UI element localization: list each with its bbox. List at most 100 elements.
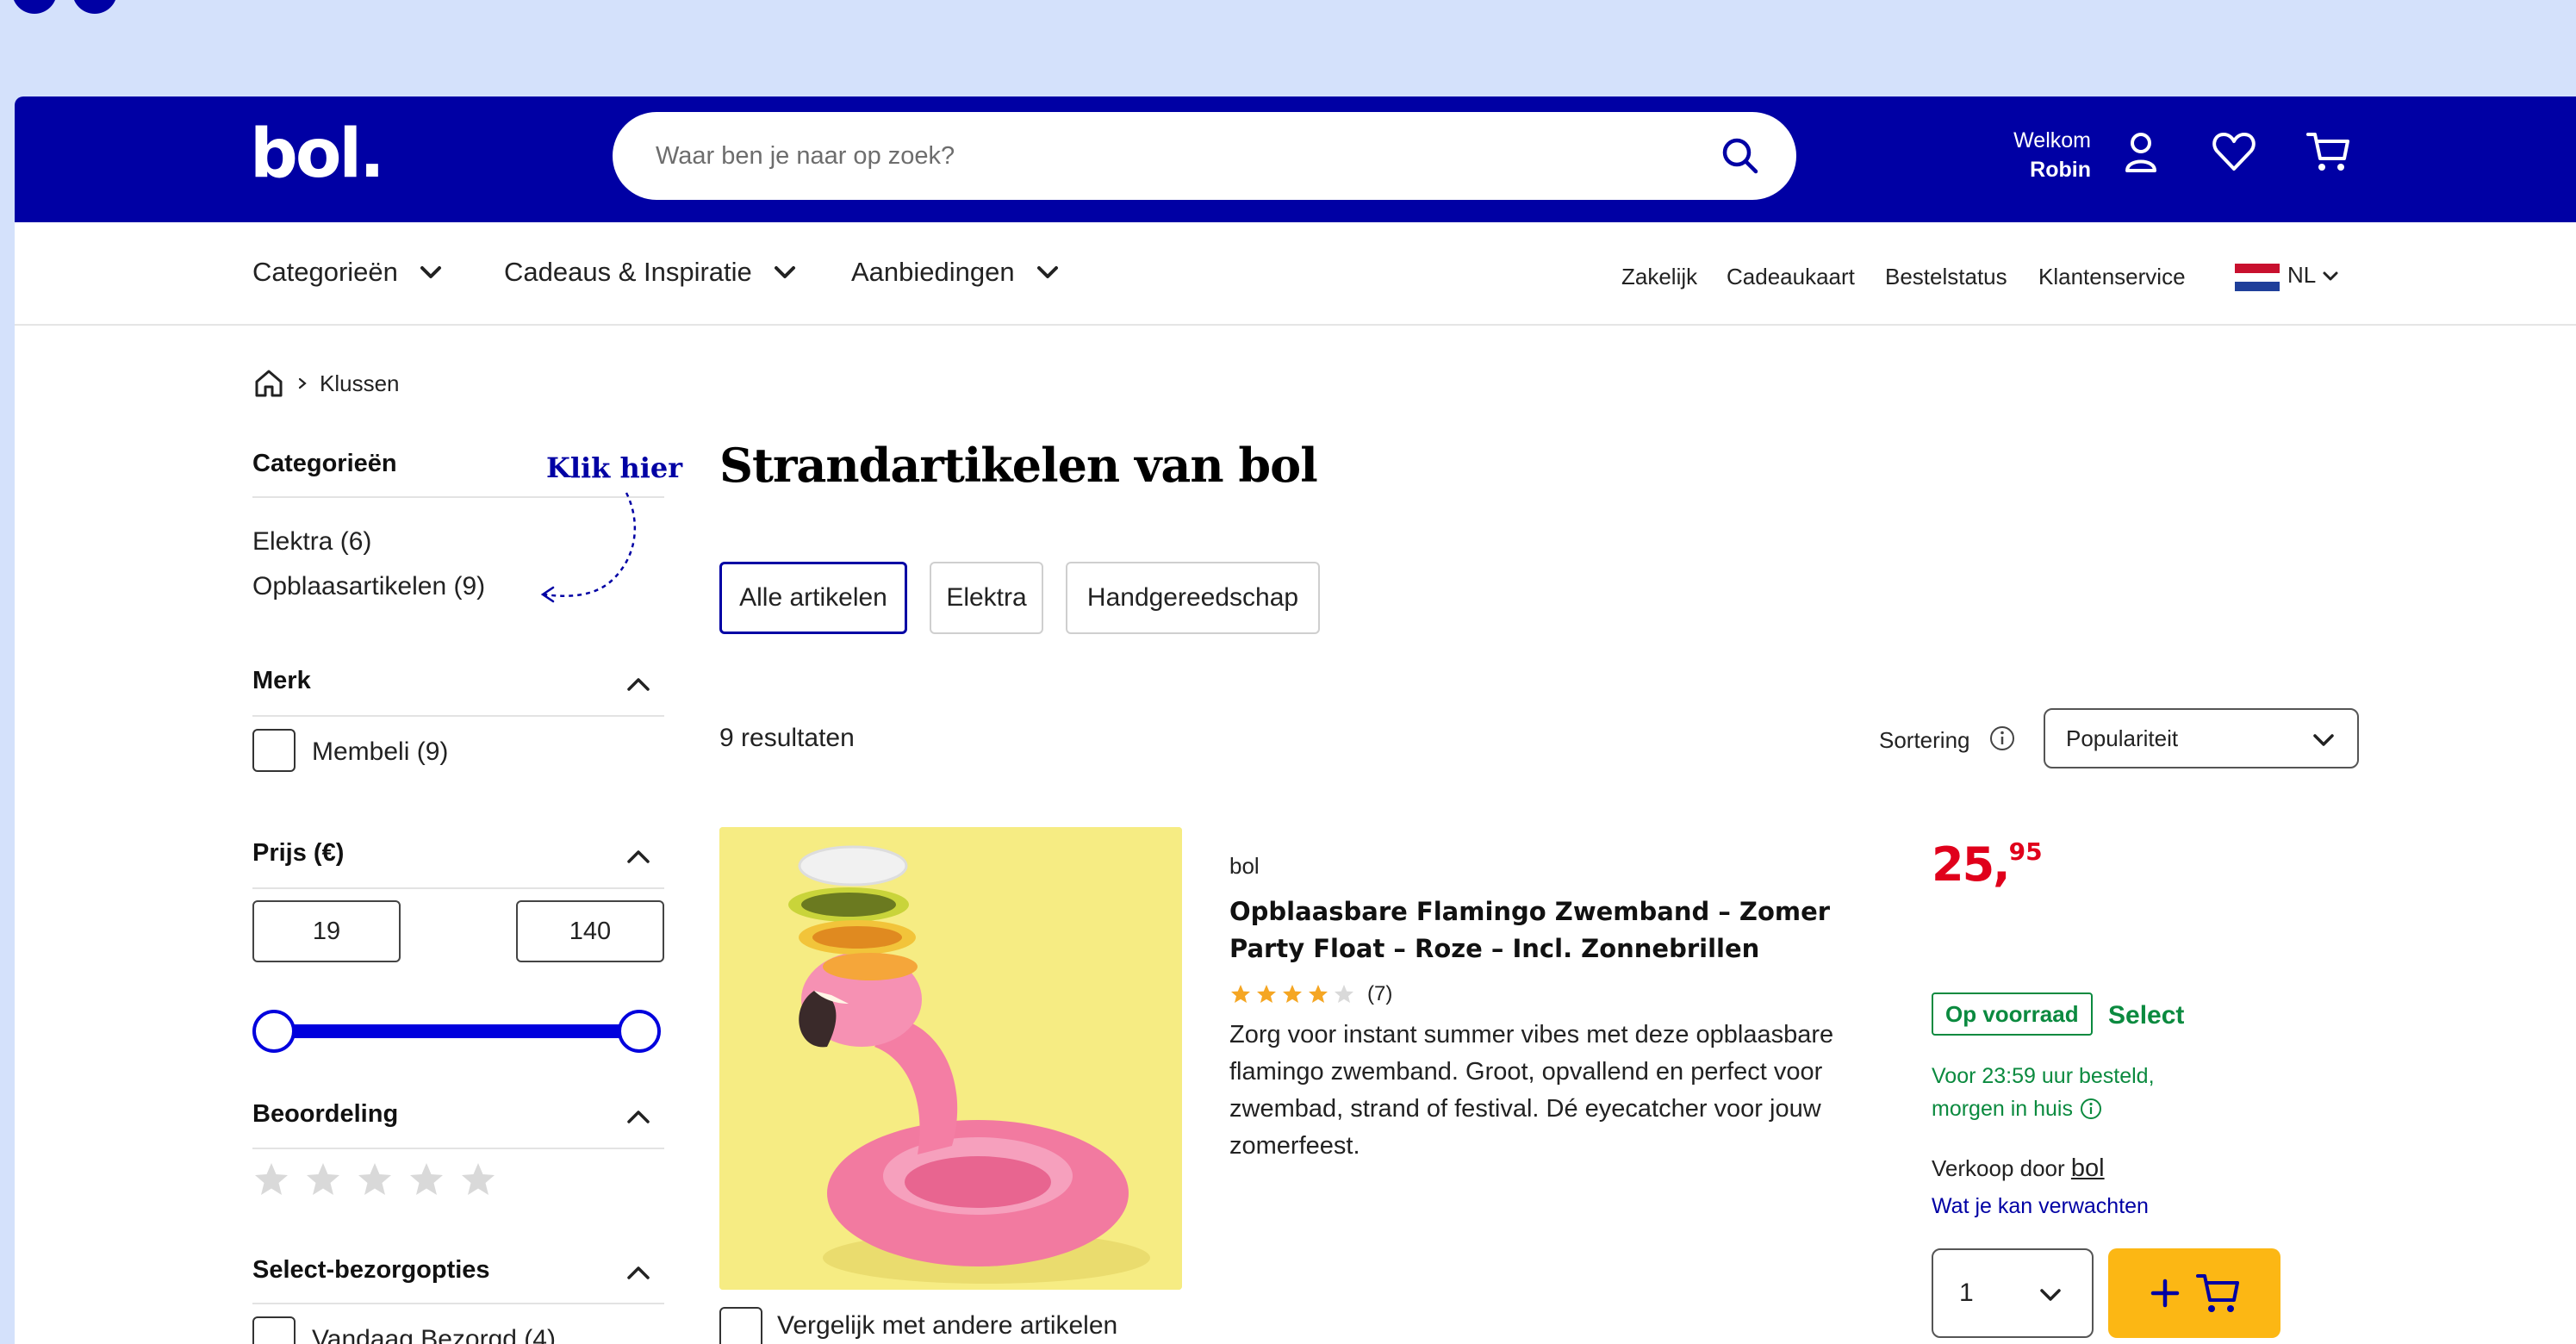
price-slider-min-handle[interactable] [252, 1010, 296, 1053]
nav-gifts-label: Cadeaus & Inspiratie [504, 257, 752, 287]
delivery-info: Voor 23:59 uur besteld, morgen in huis [1932, 1060, 2216, 1125]
nav-order-status-link[interactable]: Bestelstatus [1885, 264, 2007, 290]
nav-business-link[interactable]: Zakelijk [1621, 264, 1697, 290]
info-icon[interactable] [2079, 1097, 2103, 1121]
sold-by-prefix: Verkoop door [1932, 1155, 2065, 1181]
product-title[interactable]: Opblaasbare Flamingo Zwemband – Zomer Pa… [1229, 893, 1884, 968]
star-empty-icon [1335, 985, 1353, 1003]
divider [252, 715, 664, 717]
bol-logo[interactable]: bol. [250, 121, 385, 188]
add-to-cart-button[interactable] [2108, 1248, 2280, 1338]
star-filled-icon [1257, 985, 1276, 1003]
star-filled-icon [1309, 985, 1328, 1003]
welcome-greeting[interactable]: Welkom Robin [1962, 126, 2091, 184]
category-link-opblaasartikelen[interactable]: Opblaasartikelen (9) [252, 572, 485, 601]
category-link-elektra[interactable]: Elektra (6) [252, 527, 371, 557]
nav-customer-service-link[interactable]: Klantenservice [2038, 264, 2186, 290]
star-icon[interactable] [356, 1160, 394, 1198]
star-filled-icon [1283, 985, 1302, 1003]
plus-icon [2150, 1279, 2180, 1308]
compare-checkbox[interactable] [719, 1307, 762, 1344]
cart-icon[interactable] [2305, 128, 2353, 176]
chip-all-articles[interactable]: Alle artikelen [719, 562, 907, 634]
sort-label: Sortering [1879, 727, 1970, 753]
chevron-up-icon[interactable] [623, 669, 654, 700]
what-to-expect-link[interactable]: Wat je kan verwachten [1932, 1194, 2149, 1219]
product-description: Zorg voor instant summer vibes met deze … [1229, 1021, 1834, 1160]
star-icon[interactable] [408, 1160, 445, 1198]
delivery-today-label: Vandaag Bezorgd (4) [312, 1325, 556, 1344]
chevron-down-icon [774, 266, 795, 278]
stock-badge: Op voorraad [1932, 992, 2093, 1036]
browser-page: bol. Welkom Robin Categorieën [15, 96, 2576, 1344]
product-seller: bol [1229, 853, 1260, 879]
rating-filter-stars[interactable] [252, 1160, 497, 1198]
breadcrumb: Klussen [252, 367, 400, 400]
quantity-select[interactable]: 1 [1932, 1248, 2094, 1338]
sort-dropdown[interactable]: Populariteit [2044, 708, 2359, 768]
price-slider-track[interactable] [273, 1024, 635, 1038]
info-icon[interactable] [1988, 724, 2017, 753]
chip-elektra[interactable]: Elektra [930, 562, 1043, 634]
star-icon[interactable] [459, 1160, 497, 1198]
quantity-value: 1 [1959, 1279, 1974, 1307]
compare-label: Vergelijk met andere artikelen [777, 1311, 1118, 1340]
product-price: 25,95 [1932, 837, 2043, 892]
brand-heading: Merk [252, 667, 311, 694]
rating-count: (7) [1367, 982, 1393, 1005]
star-icon[interactable] [304, 1160, 342, 1198]
nav-categories-label: Categorieën [252, 257, 398, 287]
price-min-input[interactable]: 19 [252, 900, 401, 962]
language-selector[interactable]: NL [2287, 262, 2340, 289]
chevron-down-icon [420, 266, 441, 278]
user-name: Robin [2030, 158, 2091, 182]
nav-giftcard-link[interactable]: Cadeaukaart [1727, 264, 1855, 290]
brand-membeli-label: Membeli (9) [312, 737, 449, 766]
delivery-today-checkbox[interactable] [252, 1316, 296, 1344]
chevron-up-icon[interactable] [623, 841, 654, 872]
page-title: Strandartikelen van bol [719, 438, 1318, 493]
chevron-right-icon [298, 377, 307, 389]
price-max-input[interactable]: 140 [516, 900, 664, 962]
chip-handgereedschap[interactable]: Handgereedschap [1066, 562, 1320, 634]
divider [252, 1303, 664, 1304]
sort-value: Populariteit [2066, 725, 2179, 751]
sold-by-link[interactable]: bol [2071, 1154, 2105, 1182]
heart-icon[interactable] [2210, 128, 2258, 176]
rating-heading: Beoordeling [252, 1100, 399, 1128]
nav-gifts[interactable]: Cadeaus & Inspiratie [504, 257, 799, 288]
nav-categories[interactable]: Categorieën [252, 257, 445, 288]
delivery-text: Voor 23:59 uur besteld, morgen in huis [1932, 1064, 2155, 1121]
chevron-down-icon [2313, 734, 2334, 746]
search-input[interactable] [656, 141, 1689, 171]
price-heading: Prijs (€) [252, 839, 345, 867]
price-main: 25, [1932, 837, 2011, 892]
price-slider-max-handle[interactable] [618, 1010, 661, 1053]
nav-offers-label: Aanbiedingen [851, 257, 1015, 287]
price-cents: 95 [2008, 837, 2043, 866]
select-label: Select [2108, 1001, 2185, 1030]
home-icon[interactable] [252, 367, 285, 400]
nav-offers[interactable]: Aanbiedingen [851, 257, 1061, 288]
annotation-arrow-icon [540, 492, 636, 603]
product-rating[interactable]: (7) [1229, 982, 1392, 1006]
product-image[interactable] [719, 827, 1182, 1290]
sold-by: Verkoop door bol [1932, 1154, 2105, 1183]
divider [252, 1148, 664, 1149]
netherlands-flag-icon[interactable] [2235, 264, 2280, 291]
search-icon[interactable] [1719, 134, 1762, 177]
chevron-down-icon [2040, 1289, 2061, 1301]
results-count: 9 resultaten [719, 724, 855, 752]
welcome-label: Welkom [2013, 128, 2091, 152]
chevron-up-icon[interactable] [623, 1257, 654, 1288]
categories-heading: Categorieën [252, 450, 397, 477]
user-icon[interactable] [2117, 128, 2165, 176]
delivery-options-heading: Select-bezorgopties [252, 1256, 490, 1284]
search-bar[interactable] [613, 112, 1796, 200]
chevron-down-icon [2323, 271, 2338, 280]
star-icon[interactable] [252, 1160, 290, 1198]
brand-membeli-checkbox[interactable] [252, 729, 296, 772]
star-filled-icon [1231, 985, 1250, 1003]
chevron-up-icon[interactable] [623, 1101, 654, 1132]
breadcrumb-current[interactable]: Klussen [320, 370, 400, 397]
